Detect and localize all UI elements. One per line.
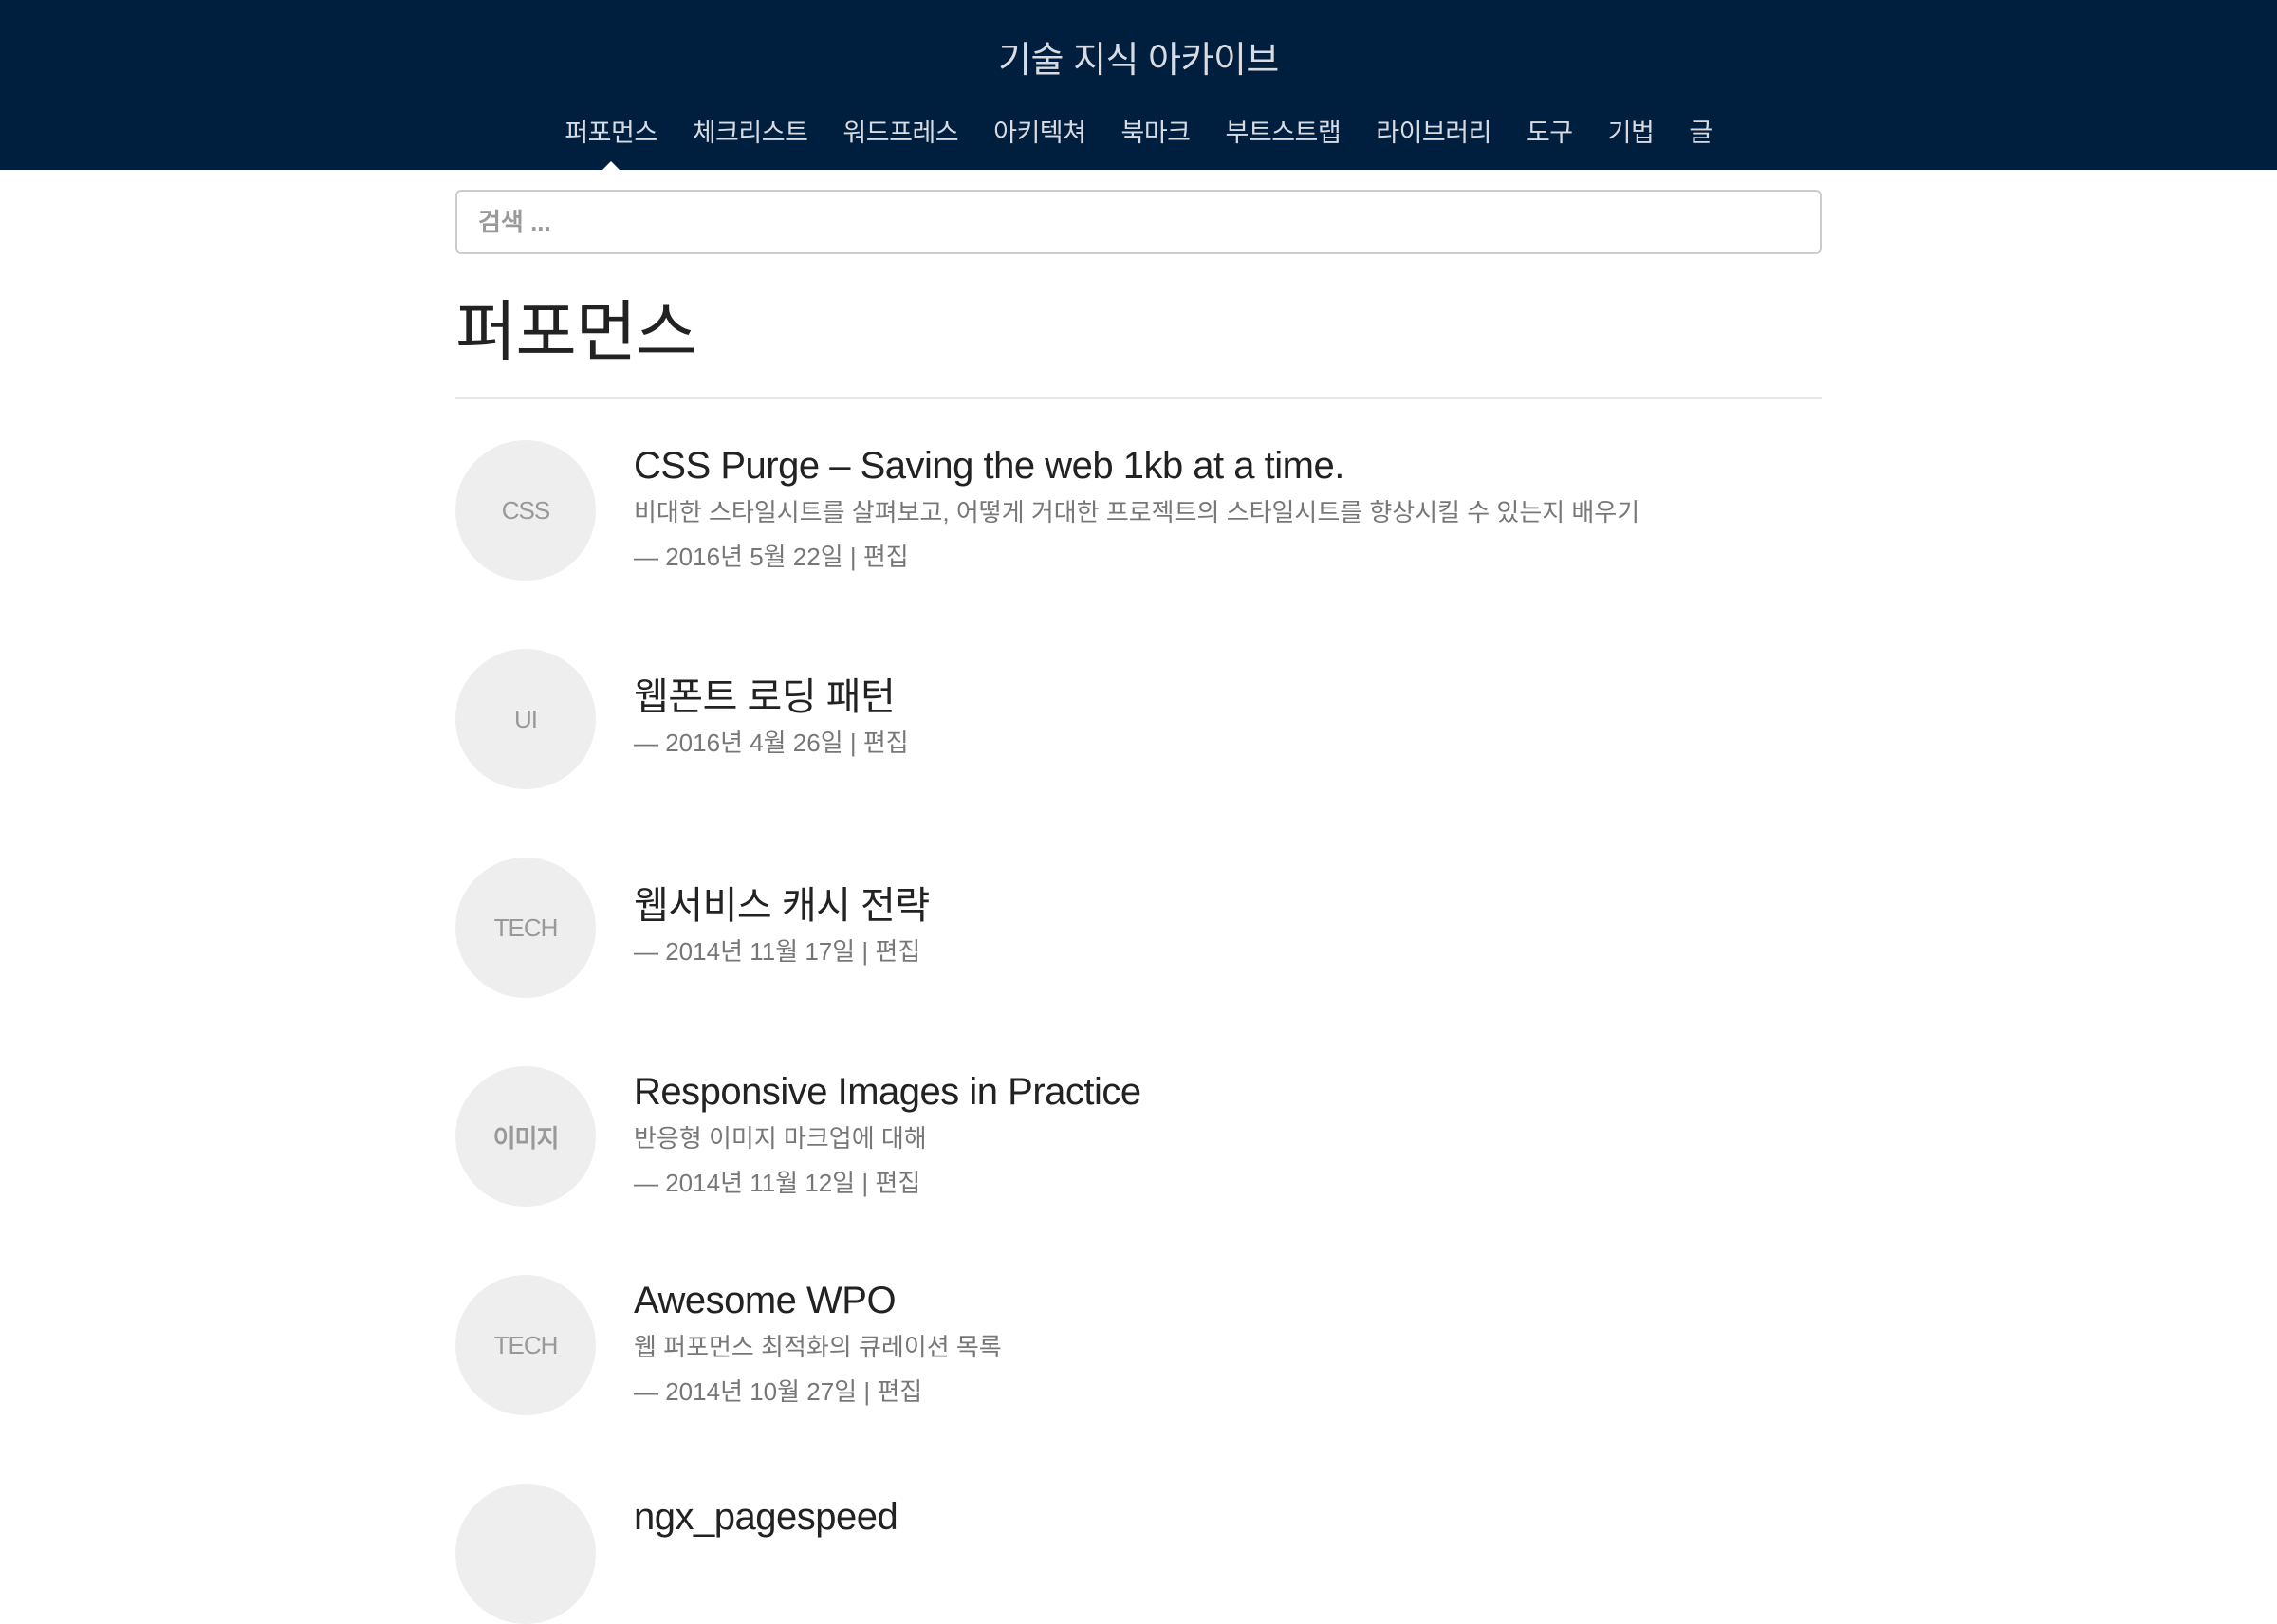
nav-item-articles[interactable]: 글: [1689, 112, 1712, 149]
edit-link[interactable]: 편집: [863, 543, 909, 571]
post-subtitle: 반응형 이미지 마크업에 대해: [634, 1124, 927, 1153]
list-item: TECH 웹서비스 캐시 전략 — 2014년 11월 17일 | 편집: [455, 858, 1822, 1066]
list-item: TECH Awesome WPO 웹 퍼포먼스 최적화의 큐레이션 목록 — 2…: [455, 1275, 1822, 1484]
post-title-link[interactable]: Awesome WPO: [634, 1277, 1002, 1324]
category-badge: 이미지: [455, 1066, 596, 1207]
post-title-link[interactable]: ngx_pagespeed: [634, 1493, 898, 1541]
category-badge: TECH: [455, 1275, 596, 1415]
category-badge: TECH: [455, 858, 596, 998]
search-input[interactable]: [455, 190, 1822, 254]
post-subtitle: 웹 퍼포먼스 최적화의 큐레이션 목록: [634, 1333, 1002, 1361]
post-title-link[interactable]: 웹서비스 캐시 전략: [634, 882, 930, 930]
site-header: 기술 지식 아카이브 퍼포먼스 체크리스트 워드프레스 아키텍쳐 북마크 부트스…: [0, 0, 2277, 171]
post-date: — 2014년 11월 12일 |: [634, 1169, 869, 1197]
post-subtitle: 비대한 스타일시트를 살펴보고, 어떻게 거대한 프로젝트의 스타일시트를 향상…: [634, 498, 1640, 526]
divider: [455, 397, 1822, 399]
site-title[interactable]: 기술 지식 아카이브: [0, 30, 2277, 83]
edit-link[interactable]: 편집: [875, 1169, 920, 1197]
edit-link[interactable]: 편집: [877, 1377, 922, 1406]
post-title-link[interactable]: Responsive Images in Practice: [634, 1068, 1141, 1116]
category-badge: [455, 1484, 596, 1624]
nav-item-technique[interactable]: 기법: [1608, 112, 1655, 149]
post-title-link[interactable]: CSS Purge – Saving the web 1kb at a time…: [634, 442, 1639, 489]
category-badge: UI: [455, 649, 596, 789]
list-item: CSS CSS Purge – Saving the web 1kb at a …: [455, 440, 1822, 649]
post-date: — 2016년 5월 22일 |: [634, 543, 857, 571]
edit-link[interactable]: 편집: [863, 729, 909, 757]
list-item: ngx_pagespeed: [455, 1484, 1822, 1624]
nav-item-architecture[interactable]: 아키텍쳐: [993, 112, 1086, 149]
nav-item-performance[interactable]: 퍼포먼스: [565, 112, 657, 171]
list-item: UI 웹폰트 로딩 패턴 — 2016년 4월 26일 | 편집: [455, 649, 1822, 858]
nav-item-bootstrap[interactable]: 부트스트랩: [1226, 112, 1342, 149]
post-date: — 2014년 10월 27일 |: [634, 1377, 871, 1406]
nav-item-wordpress[interactable]: 워드프레스: [842, 112, 958, 149]
post-date: — 2016년 4월 26일 |: [634, 729, 857, 757]
edit-link[interactable]: 편집: [875, 937, 920, 966]
page-title: 퍼포먼스: [455, 295, 697, 369]
post-date: — 2014년 11월 17일 |: [634, 937, 869, 966]
nav-item-tools[interactable]: 도구: [1527, 112, 1573, 149]
post-title-link[interactable]: 웹폰트 로딩 패턴: [634, 674, 909, 721]
nav-item-library[interactable]: 라이브러리: [1376, 112, 1491, 149]
category-badge: CSS: [455, 440, 596, 581]
nav-item-checklist[interactable]: 체크리스트: [693, 112, 808, 149]
nav-item-bookmark[interactable]: 북마크: [1121, 112, 1192, 149]
main-content: 퍼포먼스 CSS CSS Purge – Saving the web 1kb …: [455, 190, 1822, 1624]
list-item: 이미지 Responsive Images in Practice 반응형 이미…: [455, 1066, 1822, 1275]
main-nav: 퍼포먼스 체크리스트 워드프레스 아키텍쳐 북마크 부트스트랩 라이브러리 도구…: [0, 112, 2277, 171]
post-list: CSS CSS Purge – Saving the web 1kb at a …: [455, 440, 1822, 1624]
